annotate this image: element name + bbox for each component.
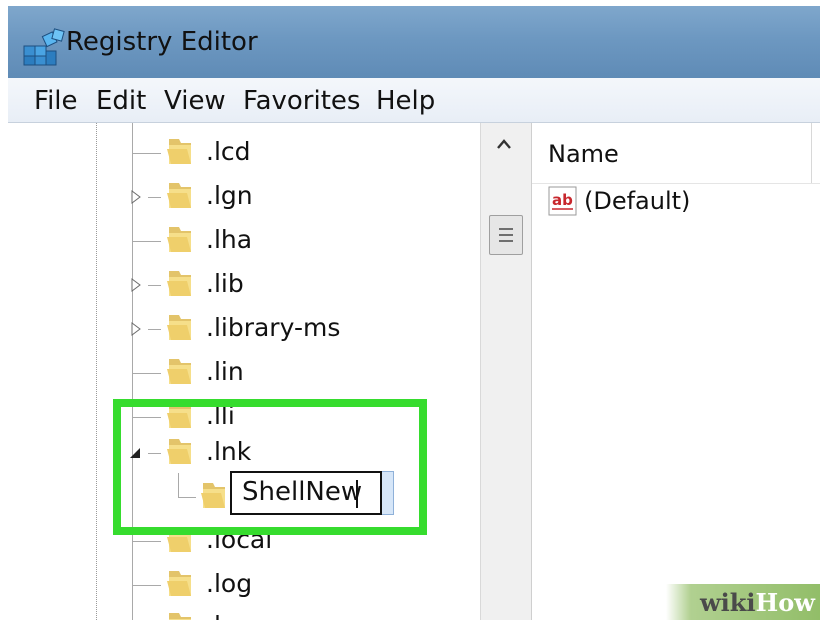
branch-connector <box>148 329 161 330</box>
folder-icon <box>169 613 191 620</box>
registry-editor-icon <box>23 28 65 66</box>
menu-help[interactable]: Help <box>376 84 435 118</box>
watermark-how: How <box>755 588 815 617</box>
folder-icon <box>167 571 191 596</box>
expand-arrow-icon[interactable] <box>128 321 144 337</box>
expand-arrow-icon[interactable] <box>128 189 144 205</box>
menu-favorites[interactable]: Favorites <box>243 84 360 118</box>
watermark-wiki: wiki <box>700 588 756 617</box>
folder-icon <box>167 227 191 252</box>
folder-icon <box>167 183 191 208</box>
node-label: .lgn <box>206 181 253 210</box>
node-label: .lin <box>206 357 244 386</box>
scroll-up-arrow-icon[interactable] <box>494 135 514 155</box>
menu-file[interactable]: File <box>34 84 78 118</box>
window-title: Registry Editor <box>66 27 258 57</box>
wikihow-watermark: wikiHow <box>666 584 820 620</box>
branch-connector <box>133 373 161 374</box>
node-label: .lha <box>206 225 253 254</box>
branch-connector <box>133 241 161 242</box>
text-caret <box>356 480 358 508</box>
node-label: .library-ms <box>206 313 341 342</box>
menu-view[interactable]: View <box>164 84 226 118</box>
rename-input[interactable]: ShellNew <box>230 471 382 515</box>
node-label: .lib <box>206 269 244 298</box>
menu-edit[interactable]: Edit <box>96 84 146 118</box>
folder-icon <box>167 139 191 164</box>
expand-arrow-icon[interactable] <box>128 277 144 293</box>
branch-connector <box>148 285 161 286</box>
node-label: .log <box>206 569 253 598</box>
folder-icon <box>167 359 191 384</box>
string-value-icon: ab <box>548 186 577 216</box>
column-header[interactable]: Name <box>532 123 820 184</box>
rename-input-text: ShellNew <box>242 477 363 507</box>
menu-bar: File Edit View Favorites Help <box>8 78 820 123</box>
title-bar[interactable]: Registry Editor <box>8 6 820 78</box>
node-label: .lcd <box>206 137 251 166</box>
scroll-thumb[interactable] <box>489 215 523 255</box>
selection-highlight <box>382 471 394 515</box>
folder-icon <box>167 271 191 296</box>
folder-icon <box>167 315 191 340</box>
values-pane[interactable]: Name ab (Default) <box>531 123 820 620</box>
branch-connector <box>133 153 161 154</box>
branch-connector <box>133 585 161 586</box>
branch-connector <box>133 541 161 542</box>
value-name: (Default) <box>584 187 691 215</box>
node-label: .lqn <box>206 609 253 620</box>
svg-text:ab: ab <box>552 191 573 209</box>
key-tree-pane[interactable]: .lcd .lgn .lha .lib .library-ms .lin .ll… <box>8 123 480 620</box>
tree-guide-line <box>96 123 97 620</box>
tree-scrollbar[interactable] <box>480 123 532 620</box>
branch-connector <box>148 197 161 198</box>
column-separator[interactable] <box>811 123 812 183</box>
column-name: Name <box>548 140 619 168</box>
